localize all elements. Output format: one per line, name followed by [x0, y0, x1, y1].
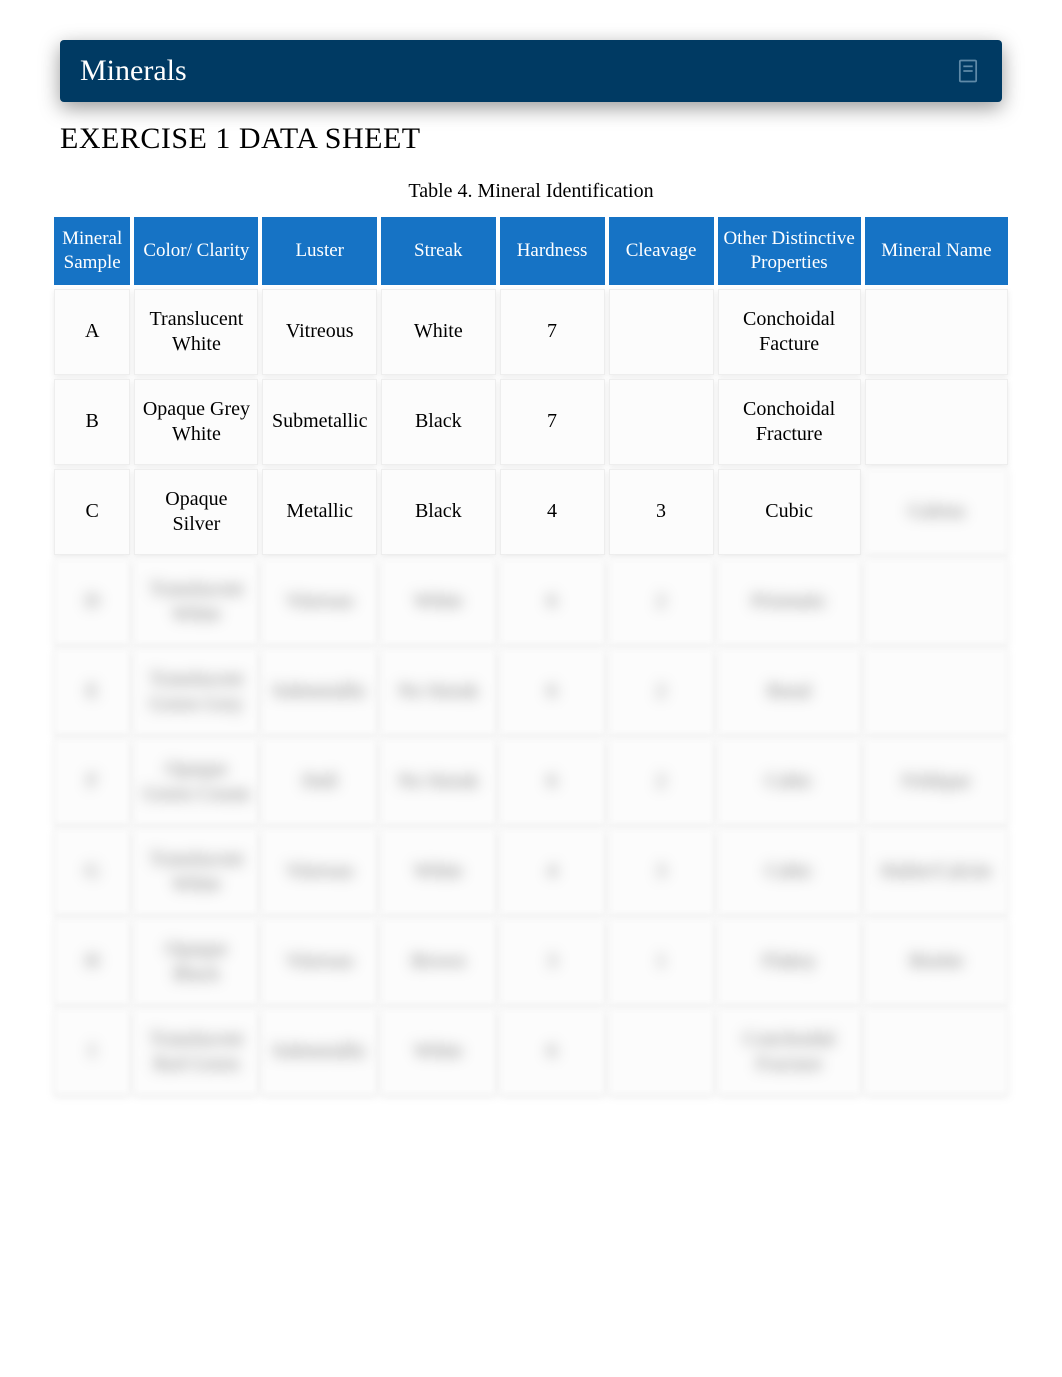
cell-luster: Vitreous [262, 919, 377, 1005]
col-header-other: Other Distinctive Properties [718, 217, 861, 285]
cell-streak: Black [381, 469, 496, 555]
cell-luster: Metallic [262, 469, 377, 555]
cell-cleavage [609, 379, 714, 465]
cell-color: Opaque Silver [134, 469, 258, 555]
cell-other: Conchoidal Fracture [718, 1009, 861, 1095]
cell-color: Translucent White [134, 559, 258, 645]
cell-other: Prismatic [718, 559, 861, 645]
col-header-sample: Mineral Sample [54, 217, 130, 285]
cell-streak: White [381, 1009, 496, 1095]
table-row: HOpaque BlackVitreousBrown31FlakeyBiotit… [54, 919, 1008, 1005]
cell-cleavage: 3 [609, 829, 714, 915]
cell-name: Biotite [865, 919, 1008, 1005]
mineral-table: Mineral Sample Color/ Clarity Luster Str… [50, 213, 1012, 1099]
cell-color: Opaque Grey White [134, 379, 258, 465]
cell-luster: Vitreous [262, 289, 377, 375]
table-row: DTranslucent WhiteVitreousWhite62Prismat… [54, 559, 1008, 645]
table-row: ITranslucent Red GreenSubmetallicWhite6 C… [54, 1009, 1008, 1095]
cell-sample: G [54, 829, 130, 915]
table-body: ATranslucent WhiteVitreousWhite7Conchoid… [54, 289, 1008, 1095]
cell-cleavage: 3 [609, 469, 714, 555]
table-caption: Table 4. Mineral Identification [50, 180, 1012, 203]
cell-sample: H [54, 919, 130, 1005]
cell-sample: D [54, 559, 130, 645]
cell-luster: Vitreous [262, 829, 377, 915]
cell-streak: No Streak [381, 649, 496, 735]
cell-cleavage: 2 [609, 649, 714, 735]
cell-hardness: 3 [500, 919, 605, 1005]
cell-cleavage: 1 [609, 919, 714, 1005]
cell-name [865, 289, 1008, 375]
cell-hardness: 6 [500, 1009, 605, 1095]
cell-other: Conchoidal Fracture [718, 379, 861, 465]
cell-other: Cubic [718, 469, 861, 555]
cell-hardness: 7 [500, 379, 605, 465]
table-header-row: Mineral Sample Color/ Clarity Luster Str… [54, 217, 1008, 285]
cell-hardness: 7 [500, 289, 605, 375]
cell-luster: Submetallic [262, 649, 377, 735]
col-header-hardness: Hardness [500, 217, 605, 285]
cell-name [865, 559, 1008, 645]
cell-name: Feldspar [865, 739, 1008, 825]
cell-name [865, 1009, 1008, 1095]
cell-sample: I [54, 1009, 130, 1095]
cell-hardness: 4 [500, 829, 605, 915]
cell-name [865, 379, 1008, 465]
cell-other: Cubic [718, 829, 861, 915]
cell-streak: White [381, 829, 496, 915]
cell-luster: Submetallic [262, 379, 377, 465]
cell-color: Translucent Red Green [134, 1009, 258, 1095]
table-row: ETranslucent Green GreySubmetallicNo Str… [54, 649, 1008, 735]
cell-streak: White [381, 559, 496, 645]
cell-luster: Vitreous [262, 559, 377, 645]
cell-color: Translucent Green Grey [134, 649, 258, 735]
cell-streak: Black [381, 379, 496, 465]
table-row: FOpaque Green CreamDullNo Streak62CubicF… [54, 739, 1008, 825]
col-header-name: Mineral Name [865, 217, 1008, 285]
cell-hardness: 4 [500, 469, 605, 555]
banner-title: Minerals [80, 54, 187, 88]
cell-hardness: 6 [500, 739, 605, 825]
cell-luster: Dull [262, 739, 377, 825]
table-row: BOpaque Grey WhiteSubmetallicBlack7 Conch… [54, 379, 1008, 465]
col-header-luster: Luster [262, 217, 377, 285]
cell-color: Opaque Black [134, 919, 258, 1005]
cell-sample: A [54, 289, 130, 375]
cell-sample: E [54, 649, 130, 735]
cell-name: Galena [865, 469, 1008, 555]
table-row: GTranslucent WhiteVitreousWhite43CubicHa… [54, 829, 1008, 915]
cell-hardness: 6 [500, 649, 605, 735]
cell-other: Conchoidal Facture [718, 289, 861, 375]
cell-cleavage: 2 [609, 739, 714, 825]
cell-color: Opaque Green Cream [134, 739, 258, 825]
col-header-color: Color/ Clarity [134, 217, 258, 285]
cell-cleavage [609, 289, 714, 375]
col-header-streak: Streak [381, 217, 496, 285]
cell-sample: C [54, 469, 130, 555]
cell-other: Cubic [718, 739, 861, 825]
section-banner: Minerals [60, 40, 1002, 102]
table-row: ATranslucent WhiteVitreousWhite7 Conchoid… [54, 289, 1008, 375]
cell-other: Flakey [718, 919, 861, 1005]
cell-luster: Submetallic [262, 1009, 377, 1095]
cell-streak: White [381, 289, 496, 375]
cell-color: Translucent White [134, 289, 258, 375]
cell-cleavage [609, 1009, 714, 1095]
cell-streak: Brown [381, 919, 496, 1005]
cell-other: Basal [718, 649, 861, 735]
cell-sample: F [54, 739, 130, 825]
cell-cleavage: 2 [609, 559, 714, 645]
cell-hardness: 6 [500, 559, 605, 645]
cell-color: Translucent White [134, 829, 258, 915]
col-header-cleavage: Cleavage [609, 217, 714, 285]
table-row: COpaque SilverMetallicBlack43CubicGalena [54, 469, 1008, 555]
banner-decoration-icon [954, 57, 982, 85]
cell-name: Halite/Calcite [865, 829, 1008, 915]
page-title: EXERCISE 1 DATA SHEET [60, 122, 1002, 156]
cell-sample: B [54, 379, 130, 465]
cell-streak: No Streak [381, 739, 496, 825]
cell-name [865, 649, 1008, 735]
